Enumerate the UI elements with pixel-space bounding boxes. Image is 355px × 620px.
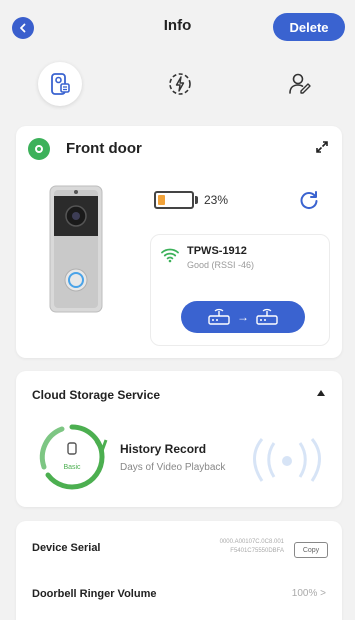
header: Info Delete [0,0,355,56]
router-icon [256,308,278,325]
refresh-icon[interactable] [298,189,320,211]
wifi-signal-status: Good (RSSI -46) [187,260,255,270]
doorbell-image [49,185,103,313]
arrow-right-icon: → [237,310,249,324]
cloud-storage-card: Cloud Storage Service Basic History Reco… [16,371,342,507]
wifi-icon [161,248,179,263]
ringer-volume-row[interactable]: Doorbell Ringer Volume 100% > [16,572,342,618]
cloud-storage-title: Cloud Storage Service [32,388,161,402]
wifi-network-name: TPWS-1912 [187,245,247,257]
device-card: Front door 23% TPWS-1912 Good (RSSI -46)… [16,126,342,358]
icon-tab-row [0,62,355,112]
router-icon [208,308,230,325]
device-serial-label: Device Serial [32,542,101,554]
online-status-icon [28,138,50,160]
delete-button[interactable]: Delete [273,13,345,41]
copy-serial-button[interactable]: Copy [294,542,328,558]
history-record-title: History Record [120,442,207,456]
device-serial-value: 0000.A00107C.0C8.001 F5401C75550DBFA [219,539,284,554]
battery-percent: 23% [204,193,229,207]
tab-device-info[interactable] [38,62,82,106]
battery-icon [154,191,194,209]
collapse-icon[interactable] [316,389,326,397]
flash-icon [169,73,191,95]
history-record-subtitle: Days of Video Playback [120,462,226,473]
history-ring-icon: Basic [39,424,108,490]
wifi-panel: TPWS-1912 Good (RSSI -46) → [150,234,330,346]
tab-power[interactable] [158,62,202,106]
ringer-volume-value: 100% > [291,588,326,599]
switch-wifi-button[interactable]: → [181,301,305,333]
expand-icon[interactable] [316,141,328,153]
tab-share[interactable] [278,62,322,106]
device-info-icon [51,73,70,95]
device-serial-row: Device Serial 0000.A00107C.0C8.001 F5401… [16,526,342,572]
device-info-card: Device Serial 0000.A00107C.0C8.001 F5401… [16,521,342,620]
ringer-volume-label: Doorbell Ringer Volume [32,588,157,600]
device-name[interactable]: Front door [66,140,142,157]
signal-waves-icon [253,438,321,482]
user-share-icon [289,73,311,94]
battery-panel: 23% [152,176,332,224]
ring-label: Basic [63,464,81,471]
